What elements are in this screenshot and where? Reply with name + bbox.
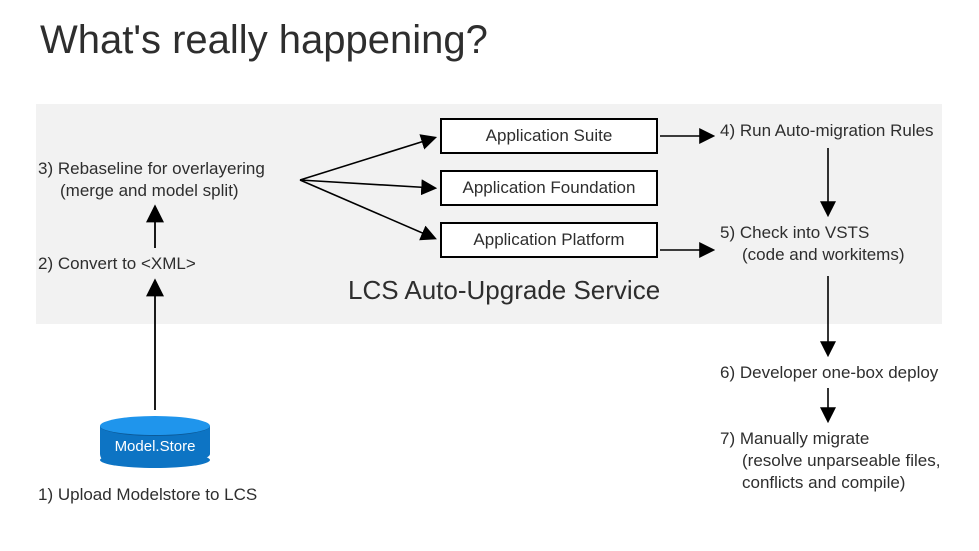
step-1: 1) Upload Modelstore to LCS bbox=[38, 484, 257, 506]
step-7: 7) Manually migrate (resolve unparseable… bbox=[720, 428, 950, 494]
box-application-foundation: Application Foundation bbox=[440, 170, 658, 206]
step-5: 5) Check into VSTS (code and workitems) bbox=[720, 222, 950, 266]
modelstore-label: Model.Store bbox=[100, 438, 210, 455]
lcs-service-label: LCS Auto-Upgrade Service bbox=[348, 275, 660, 306]
step-7-line3: conflicts and compile) bbox=[720, 472, 950, 494]
step-4: 4) Run Auto-migration Rules bbox=[720, 120, 934, 142]
step-3: 3) Rebaseline for overlayering (merge an… bbox=[38, 158, 298, 202]
step-2: 2) Convert to <XML> bbox=[38, 253, 196, 275]
modelstore-database-icon: Model.Store bbox=[100, 416, 210, 474]
step-7-line2: (resolve unparseable files, bbox=[720, 450, 950, 472]
box-application-platform: Application Platform bbox=[440, 222, 658, 258]
step-3-line1: 3) Rebaseline for overlayering bbox=[38, 159, 265, 178]
step-5-line1: 5) Check into VSTS bbox=[720, 223, 869, 242]
slide-title: What's really happening? bbox=[40, 18, 488, 63]
step-6: 6) Developer one-box deploy bbox=[720, 362, 938, 384]
step-7-line1: 7) Manually migrate bbox=[720, 429, 869, 448]
box-application-suite: Application Suite bbox=[440, 118, 658, 154]
step-5-line2: (code and workitems) bbox=[720, 244, 950, 266]
step-3-line2: (merge and model split) bbox=[38, 180, 298, 202]
